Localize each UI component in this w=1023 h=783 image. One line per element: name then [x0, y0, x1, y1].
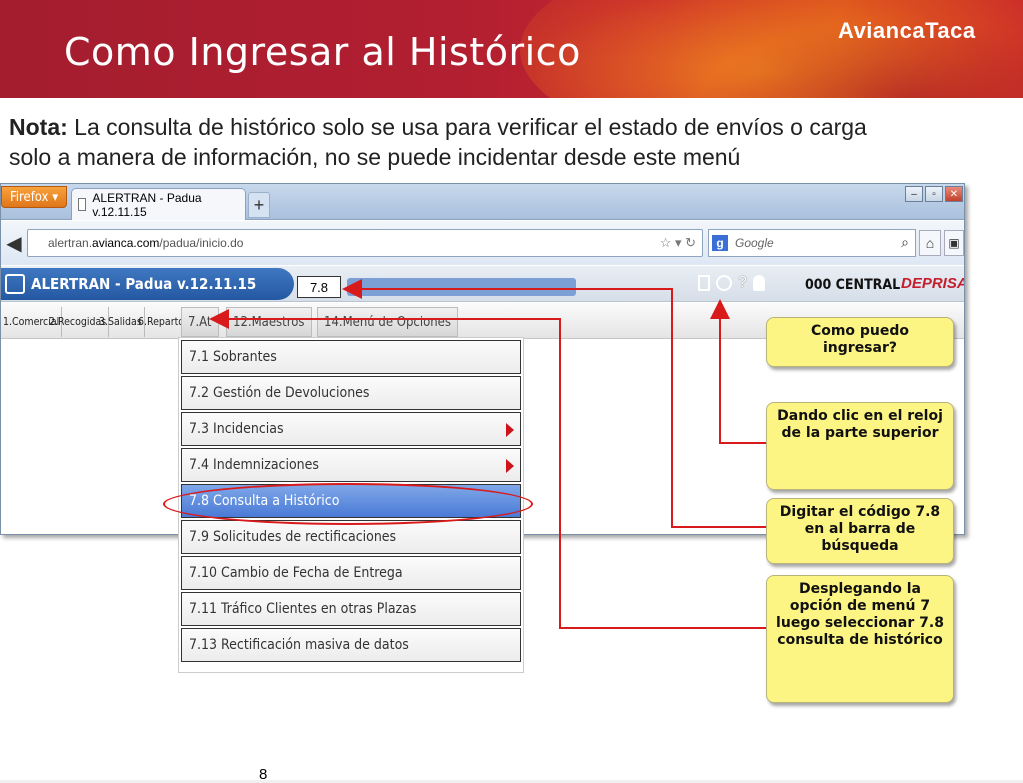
menu-item-indemnizaciones[interactable]: 7.4 Indemnizaciones	[181, 448, 521, 482]
browser-tab-bar: Firefox ▾ ALERTRAN - Padua v.12.11.15 + …	[1, 184, 964, 220]
central-label: 000 CENTRAL	[805, 277, 901, 293]
submenu-arrow-icon	[506, 459, 514, 473]
app-toolbar-icons: ?	[698, 274, 765, 292]
google-icon: g	[712, 235, 728, 251]
bus-icon	[5, 274, 25, 294]
menu-item-rectificacion-masiva[interactable]: 7.13 Rectificación masiva de datos	[181, 628, 521, 662]
submenu-arrow-icon	[506, 423, 514, 437]
note-label: Nota:	[9, 114, 68, 140]
callout-question: Como puedo ingresar?	[766, 317, 954, 367]
app-header-bar: ALERTRAN - Padua v.12.11.15 7.8 ? 000 CE…	[1, 266, 965, 302]
menu-item-solicitudes[interactable]: 7.9 Solicitudes de rectificaciones	[181, 520, 521, 554]
url-domain-prefix: alertran.	[48, 236, 93, 250]
bookmarks-menu-icon[interactable]: ▣	[944, 230, 964, 256]
menu-item-sobrantes[interactable]: 7.1 Sobrantes	[181, 340, 521, 374]
menu-item-label: 7.10 Cambio de Fecha de Entrega	[189, 565, 403, 581]
code-input[interactable]: 7.8	[297, 276, 341, 298]
menu-tab-menu-opciones[interactable]: 14.Menú de Opciones	[317, 307, 458, 337]
menu-item-incidencias[interactable]: 7.3 Incidencias	[181, 412, 521, 446]
url-path: /padua/inicio.do	[159, 236, 244, 250]
menu-tab-at[interactable]: 7.At	[181, 307, 219, 337]
search-bar-track[interactable]	[347, 278, 576, 296]
menu-item-label: 7.9 Solicitudes de rectificaciones	[189, 529, 397, 545]
note-paragraph: Nota: La consulta de histórico solo se u…	[9, 112, 909, 172]
menu-item-label: 7.2 Gestión de Devoluciones	[189, 385, 370, 401]
search-input[interactable]: g Google ⌕	[708, 229, 916, 257]
search-placeholder: Google	[735, 236, 774, 250]
minimize-icon[interactable]: –	[905, 186, 923, 202]
aviancataca-logo: AviancaTaca	[838, 18, 976, 43]
app-title-box: ALERTRAN - Padua v.12.11.15	[1, 268, 294, 300]
window-controls: – ▫ ✕	[905, 186, 963, 202]
menu-item-label: 7.3 Incidencias	[189, 421, 284, 437]
close-icon[interactable]: ✕	[945, 186, 963, 202]
callout-code: Digitar el código 7.8 en al barra de bús…	[766, 498, 954, 564]
browser-tab[interactable]: ALERTRAN - Padua v.12.11.15	[71, 188, 246, 220]
menu-item-label: 7.4 Indemnizaciones	[189, 457, 319, 473]
browser-nav-bar: ◀ alertran. avianca.com/padua/inicio.do ☆…	[1, 221, 964, 265]
menu-item-cambio-fecha[interactable]: 7.10 Cambio de Fecha de Entrega	[181, 556, 521, 590]
menu-tab-maestros[interactable]: 12.Maestros	[226, 307, 312, 337]
url-host: avianca.com	[92, 236, 160, 250]
app-title: ALERTRAN - Padua v.12.11.15	[31, 275, 257, 293]
menu-item-label: 7.1 Sobrantes	[189, 349, 277, 365]
note-text: La consulta de histórico solo se usa par…	[9, 114, 867, 170]
callout-menu: Desplegando la opción de menú 7 luego se…	[766, 575, 954, 703]
deprisa-logo: DEPRISA	[901, 275, 965, 292]
new-tab-button[interactable]: +	[248, 192, 270, 218]
maximize-icon[interactable]: ▫	[925, 186, 943, 202]
bookmark-star-icon[interactable]: ☆ ▾ ↻	[660, 235, 696, 251]
home-icon[interactable]: ⌂	[919, 230, 941, 256]
menu-item-label: 7.11 Tráfico Clientes en otras Plazas	[189, 601, 417, 617]
back-arrow-icon[interactable]: ◀	[3, 228, 25, 258]
url-bar[interactable]: alertran. avianca.com/padua/inicio.do ☆ ▾…	[27, 229, 703, 257]
slide-header: Como Ingresar al Histórico AviancaTaca	[0, 0, 1023, 98]
highlight-ellipse	[163, 483, 533, 525]
firefox-menu-button[interactable]: Firefox ▾	[1, 186, 67, 208]
search-icon[interactable]: ⌕	[901, 234, 909, 251]
menu-item-trafico-clientes[interactable]: 7.11 Tráfico Clientes en otras Plazas	[181, 592, 521, 626]
menu-item-label: 7.13 Rectificación masiva de datos	[189, 637, 409, 653]
callout-clock: Dando clic en el reloj de la parte super…	[766, 402, 954, 490]
calendar-icon[interactable]	[698, 275, 710, 291]
browser-tab-title: ALERTRAN - Padua v.12.11.15	[92, 190, 202, 219]
slide-title: Como Ingresar al Histórico	[64, 30, 581, 74]
help-icon[interactable]: ?	[738, 274, 747, 292]
menu-item-devoluciones[interactable]: 7.2 Gestión de Devoluciones	[181, 376, 521, 410]
page-icon	[78, 198, 87, 211]
user-icon[interactable]	[752, 275, 765, 291]
clock-icon[interactable]	[716, 275, 732, 291]
